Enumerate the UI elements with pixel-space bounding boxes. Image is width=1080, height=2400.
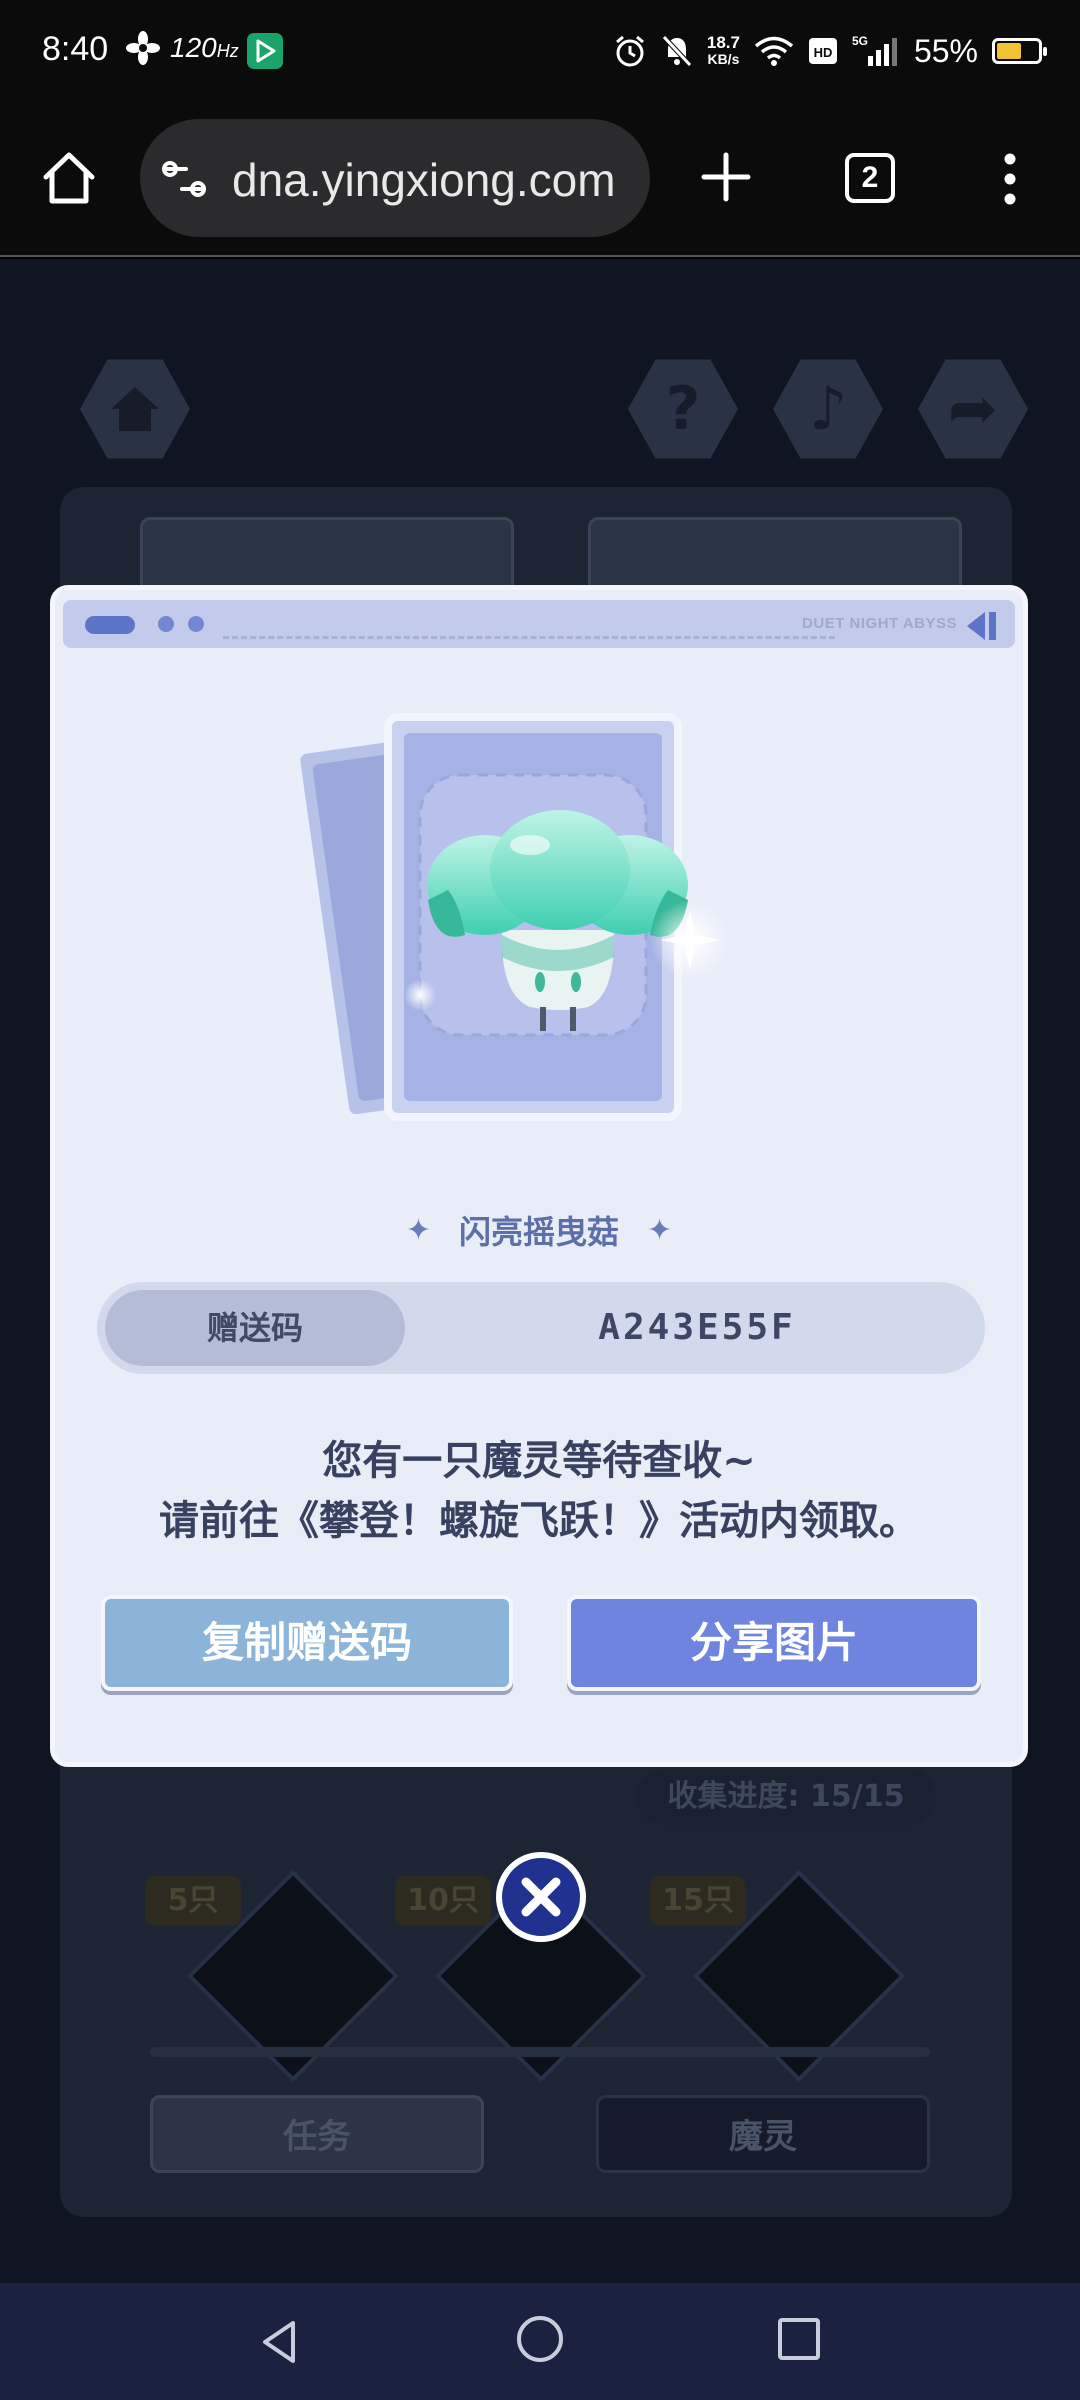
milestone-tag: 5只: [145, 1876, 241, 1926]
home-circle-icon[interactable]: [517, 2316, 563, 2362]
svg-text:HD: HD: [814, 45, 833, 60]
collection-progress: 收集进度: 15/15: [636, 1769, 936, 1825]
fan-icon: [126, 31, 160, 65]
recents-icon[interactable]: [778, 2318, 820, 2360]
copy-code-button[interactable]: 复制赠送码: [101, 1595, 513, 1691]
new-tab-plus-icon[interactable]: [700, 151, 752, 203]
svg-text:5G: 5G: [852, 34, 868, 48]
header-divider: [223, 636, 835, 639]
gift-code-field: 赠送码 A243E55F: [97, 1282, 985, 1374]
status-icons: 18.7 KB/s HD 5G 55%: [613, 28, 1047, 74]
status-time: 8:40: [42, 30, 109, 68]
more-vert-icon[interactable]: [1000, 151, 1020, 207]
gift-code-label: 赠送码: [105, 1290, 405, 1366]
system-nav-bar: [0, 2283, 1080, 2400]
dialog-header-strip: DUET NIGHT ABYSS: [63, 600, 1015, 648]
home-icon[interactable]: [38, 147, 100, 209]
item-name-row: ✦ 闪亮摇曳菇 ✦: [55, 1205, 1023, 1255]
header-decoration: [85, 616, 135, 634]
help-icon: ?: [665, 374, 701, 444]
refresh-rate: 120Hz: [170, 32, 239, 63]
brand-label: DUET NIGHT ABYSS: [802, 615, 957, 632]
battery-percent: 55%: [913, 32, 978, 69]
close-icon: [521, 1877, 561, 1917]
tab-switcher-button[interactable]: 2: [845, 153, 895, 203]
header-decoration: [158, 616, 174, 632]
milestone-tag: 15只: [650, 1876, 746, 1926]
silent-bell-icon: [662, 35, 692, 67]
alarm-icon: [615, 35, 644, 67]
tab-tasks: 任务: [150, 2095, 484, 2173]
status-bar: 8:40 120Hz 18.7 KB/s HD 5G 55%: [0, 0, 1080, 105]
url-text[interactable]: dna.yingxiong.com: [232, 153, 632, 207]
play-store-icon: [247, 33, 283, 69]
wifi-icon: [754, 36, 794, 66]
music-icon: ♪: [808, 374, 848, 444]
tab-spirits: 魔灵: [596, 2095, 930, 2173]
spirit-card-image: [294, 712, 730, 1121]
site-settings-icon[interactable]: [162, 159, 208, 199]
gift-code-dialog: DUET NIGHT ABYSS ✦ 闪亮摇曳菇 ✦ 赠送码 A243E55F …: [50, 585, 1028, 1767]
battery-charging-icon: [992, 38, 1047, 64]
browser-toolbar: dna.yingxiong.com 2: [0, 105, 1080, 257]
milestone-tag: 10只: [395, 1876, 491, 1926]
share-image-button[interactable]: 分享图片: [567, 1595, 981, 1691]
sparkle-icon: ✦: [405, 1212, 431, 1248]
address-bar[interactable]: dna.yingxiong.com: [140, 119, 650, 237]
sparkle-icon: ✦: [647, 1212, 673, 1248]
share-icon: ➦: [947, 374, 999, 444]
close-dialog-button[interactable]: [496, 1852, 586, 1942]
gift-code-value[interactable]: A243E55F: [417, 1282, 977, 1374]
milestone-track: [150, 2047, 930, 2057]
signal-icon: 5G: [852, 34, 897, 66]
hd-icon: HD: [808, 38, 837, 64]
message-line-2: 请前往《攀登！螺旋飞跃！》活动内领取。: [159, 1498, 919, 1544]
home-icon: [111, 387, 159, 431]
header-decoration: [188, 616, 204, 632]
rewind-icon: [967, 612, 996, 640]
net-speed: 18.7 KB/s: [706, 33, 740, 67]
message-line-1: 您有一只魔灵等待查收~: [322, 1438, 756, 1484]
back-icon[interactable]: [255, 2317, 305, 2367]
item-name: 闪亮摇曳菇: [458, 1213, 619, 1251]
